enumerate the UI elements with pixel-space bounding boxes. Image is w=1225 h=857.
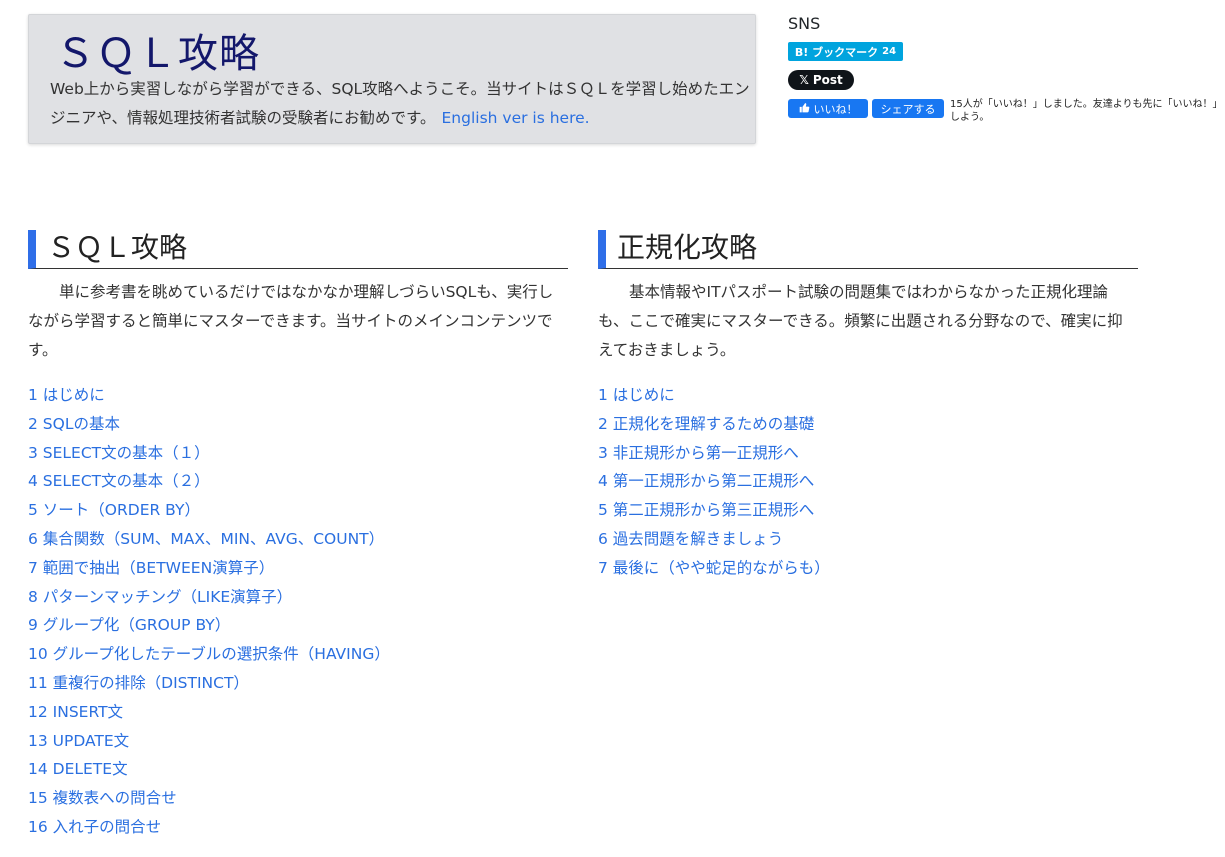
thumbs-up-icon — [799, 102, 810, 116]
x-post-button[interactable]: 𝕏 Post — [788, 70, 854, 90]
list-item: 1 はじめに — [28, 381, 390, 410]
x-post-label: Post — [812, 73, 843, 87]
chapter-link[interactable]: 2 正規化を理解するための基礎 — [598, 415, 814, 433]
list-item: 11 重複行の排除（DISTINCT） — [28, 669, 390, 698]
chapter-link[interactable]: 10 グループ化したテーブルの選択条件（HAVING） — [28, 645, 390, 663]
chapter-link[interactable]: 13 UPDATE文 — [28, 732, 129, 750]
chapter-link[interactable]: 15 複数表への問合せ — [28, 789, 177, 807]
list-item: 8 パターンマッチング（LIKE演算子） — [28, 583, 390, 612]
site-description-text: Web上から実習しながら学習ができる、SQL攻略へようこそ。当サイトはＳＱＬを学… — [50, 80, 750, 127]
list-item: 15 複数表への問合せ — [28, 784, 390, 813]
list-item: 14 DELETE文 — [28, 755, 390, 784]
chapter-link[interactable]: 5 第二正規形から第三正規形へ — [598, 501, 814, 519]
normalization-chapter-list: 1 はじめに 2 正規化を理解するための基礎 3 非正規形から第一正規形へ 4 … — [598, 381, 830, 583]
list-item: 3 SELECT文の基本（１） — [28, 439, 390, 468]
hatena-bookmark-count: 24 — [882, 46, 897, 57]
list-item: 3 非正規形から第一正規形へ — [598, 439, 830, 468]
list-item: 4 SELECT文の基本（２） — [28, 467, 390, 496]
section-heading: 正規化攻略 — [598, 230, 1138, 269]
list-item: 6 過去問題を解きましょう — [598, 525, 830, 554]
chapter-link[interactable]: 6 過去問題を解きましょう — [598, 530, 783, 548]
chapter-link[interactable]: 1 はじめに — [598, 386, 675, 404]
chapter-link[interactable]: 4 SELECT文の基本（２） — [28, 472, 210, 490]
chapter-link[interactable]: 12 INSERT文 — [28, 703, 123, 721]
chapter-link[interactable]: 3 SELECT文の基本（１） — [28, 444, 210, 462]
chapter-link[interactable]: 16 入れ子の問合せ — [28, 818, 161, 836]
site-description: Web上から実習しながら学習ができる、SQL攻略へようこそ。当サイトはＳＱＬを学… — [50, 75, 750, 133]
chapter-link[interactable]: 5 ソート（ORDER BY） — [28, 501, 200, 519]
list-item: 6 集合関数（SUM、MAX、MIN、AVG、COUNT） — [28, 525, 390, 554]
list-item: 5 ソート（ORDER BY） — [28, 496, 390, 525]
list-item: 2 正規化を理解するための基礎 — [598, 410, 830, 439]
list-item: 12 INSERT文 — [28, 698, 390, 727]
list-item: 13 UPDATE文 — [28, 727, 390, 756]
list-item: 9 グループ化（GROUP BY） — [28, 611, 390, 640]
list-item: 16 入れ子の問合せ — [28, 813, 390, 842]
facebook-like-label: いいね！ — [813, 102, 858, 116]
list-item: 5 第二正規形から第三正規形へ — [598, 496, 830, 525]
facebook-share-button[interactable]: シェアする — [872, 99, 944, 118]
hero-banner: ＳＱＬ攻略 Web上から実習しながら学習ができる、SQL攻略へようこそ。当サイト… — [28, 14, 756, 144]
chapter-link[interactable]: 11 重複行の排除（DISTINCT） — [28, 674, 249, 692]
hatena-bookmark-button[interactable]: B! ブックマーク 24 — [788, 42, 903, 61]
facebook-like-count-text: 15人が「いいね！」しました。友達よりも先に「いいね！」しよう。 — [950, 99, 1218, 123]
chapter-link[interactable]: 1 はじめに — [28, 386, 105, 404]
sns-heading: SNS — [788, 14, 821, 33]
sql-section: ＳＱＬ攻略 単に参考書を眺めているだけではなかなか理解しづらいSQLも、実行しな… — [28, 230, 568, 836]
x-logo-icon: 𝕏 — [799, 73, 809, 87]
section-heading: ＳＱＬ攻略 — [28, 230, 568, 269]
chapter-link[interactable]: 7 最後に（やや蛇足的ながらも） — [598, 559, 830, 577]
list-item: 7 範囲で抽出（BETWEEN演算子） — [28, 554, 390, 583]
sql-chapter-list: 1 はじめに 2 SQLの基本 3 SELECT文の基本（１） 4 SELECT… — [28, 381, 390, 842]
chapter-link[interactable]: 4 第一正規形から第二正規形へ — [598, 472, 814, 490]
normalization-section: 正規化攻略 基本情報やITパスポート試験の問題集ではわからなかった正規化理論も、… — [598, 230, 1138, 577]
chapter-link[interactable]: 7 範囲で抽出（BETWEEN演算子） — [28, 559, 274, 577]
list-item: 10 グループ化したテーブルの選択条件（HAVING） — [28, 640, 390, 669]
chapter-link[interactable]: 9 グループ化（GROUP BY） — [28, 616, 230, 634]
chapter-link[interactable]: 3 非正規形から第一正規形へ — [598, 444, 799, 462]
english-version-link[interactable]: English ver is here. — [442, 109, 590, 127]
chapter-link[interactable]: 8 パターンマッチング（LIKE演算子） — [28, 588, 292, 606]
hatena-bookmark-label: B! ブックマーク — [794, 45, 879, 59]
list-item: 2 SQLの基本 — [28, 410, 390, 439]
list-item: 4 第一正規形から第二正規形へ — [598, 467, 830, 496]
chapter-link[interactable]: 6 集合関数（SUM、MAX、MIN、AVG、COUNT） — [28, 530, 384, 548]
chapter-link[interactable]: 14 DELETE文 — [28, 760, 128, 778]
section-description: 基本情報やITパスポート試験の問題集ではわからなかった正規化理論も、ここで確実に… — [598, 283, 1123, 359]
section-description: 単に参考書を眺めているだけではなかなか理解しづらいSQLも、実行しながら学習する… — [28, 283, 554, 359]
site-title: ＳＱＬ攻略 — [55, 31, 260, 77]
list-item: 7 最後に（やや蛇足的ながらも） — [598, 554, 830, 583]
facebook-like-button[interactable]: いいね！ — [788, 99, 868, 118]
chapter-link[interactable]: 2 SQLの基本 — [28, 415, 120, 433]
list-item: 1 はじめに — [598, 381, 830, 410]
